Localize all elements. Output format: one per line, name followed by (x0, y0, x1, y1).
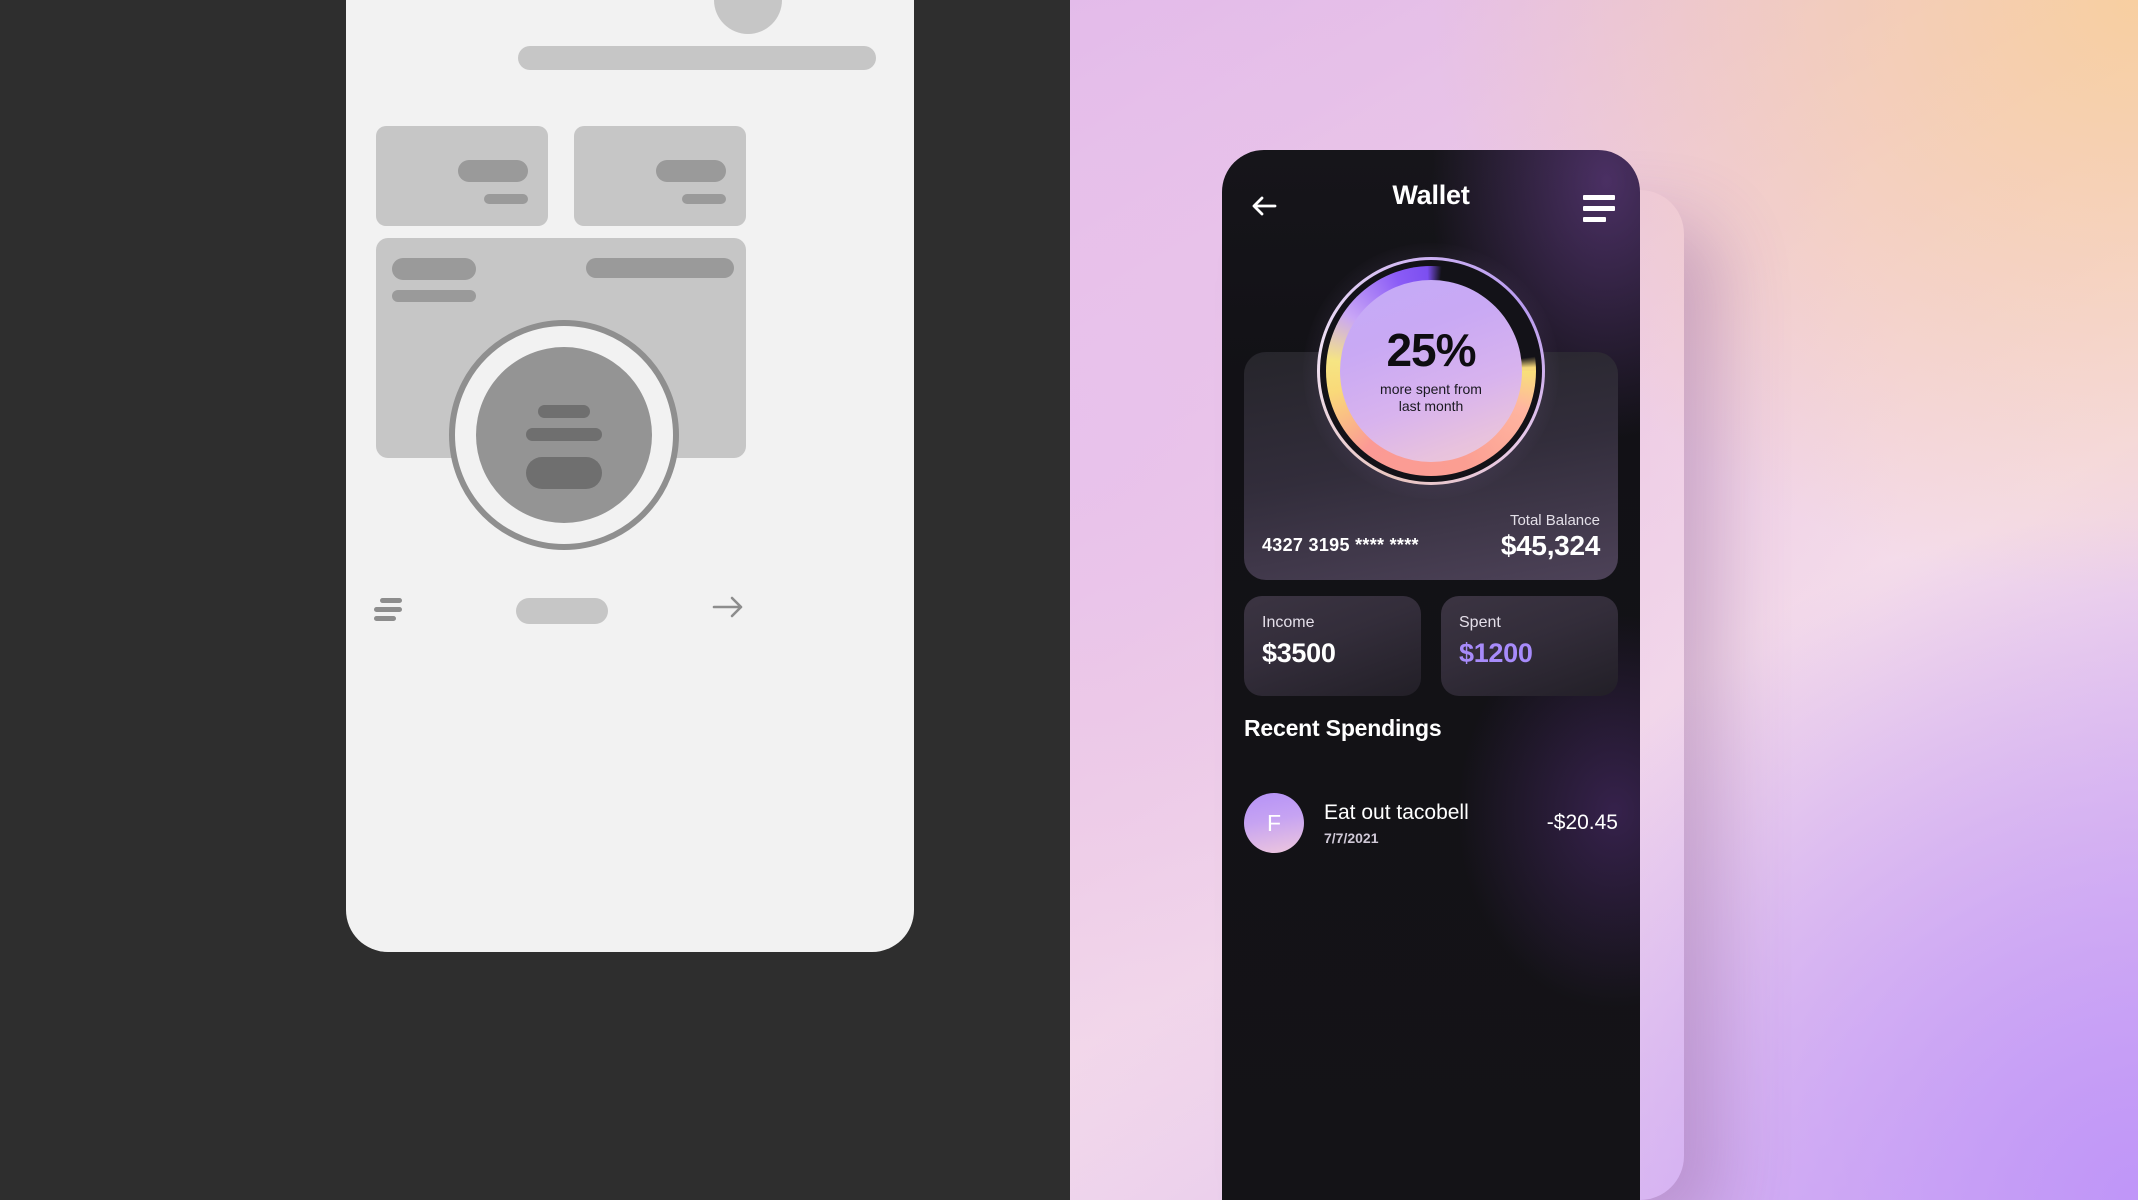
transaction-details: Eat out tacobell 7/7/2021 (1324, 801, 1539, 846)
percent-value: 25% (1386, 323, 1476, 376)
spent-label: Spent (1459, 614, 1501, 631)
page-title: Wallet (1392, 180, 1470, 210)
income-label: Income (1262, 614, 1315, 631)
total-balance-value: $45,324 (1500, 530, 1600, 561)
wireframe-avatar-placeholder (714, 0, 782, 34)
avatar: F (1244, 793, 1304, 853)
recent-spendings-title: Recent Spendings (1244, 715, 1442, 741)
total-balance: Total Balance $45,324 (1501, 512, 1600, 562)
percent-caption-line-2: last month (1398, 398, 1464, 414)
stats-row: Income $3500 Spent $1200 (1244, 596, 1618, 696)
transaction-amount: -$20.45 (1546, 811, 1618, 834)
income-value: $3500 (1262, 638, 1336, 668)
wireframe-canvas (0, 0, 1070, 1200)
percent-caption-line-1: more spent from (1380, 380, 1482, 397)
percent-caption: more spent from last month (1380, 381, 1482, 416)
spending-progress-ring: 25% more spent from last month (1303, 243, 1559, 499)
wireframe-bar (526, 457, 602, 489)
wireframe-arrow-right-icon[interactable] (710, 590, 748, 624)
card-number: 4327 3195 **** **** (1262, 535, 1419, 555)
wireframe-stat-card-placeholder[interactable] (376, 126, 548, 226)
wireframe-bar (538, 405, 590, 418)
ring-inner-disc: 25% more spent from last month (1340, 280, 1522, 462)
transaction-date: 7/7/2021 (1324, 829, 1379, 846)
spent-card[interactable]: Spent $1200 (1441, 596, 1618, 696)
wireframe-stat-card-placeholder[interactable] (574, 126, 746, 226)
wireframe-mockup-panel (346, 0, 914, 952)
wireframe-headline-placeholder (518, 46, 876, 70)
wireframe-home-indicator (516, 598, 608, 624)
wireframe-bar (392, 290, 476, 302)
spent-value: $1200 (1459, 638, 1533, 668)
wireframe-bar (458, 160, 528, 182)
wireframe-bar (392, 258, 476, 280)
wireframe-bar (586, 258, 734, 278)
income-card[interactable]: Income $3500 (1244, 596, 1421, 696)
menu-bar-3 (1583, 216, 1606, 222)
wireframe-bar (682, 194, 726, 204)
transaction-name: Eat out tacobell (1324, 800, 1469, 824)
wireframe-bar (484, 194, 528, 204)
wireframe-bar (656, 160, 726, 182)
total-balance-label: Total Balance (1509, 512, 1600, 529)
phone-mockup-screen: Wallet 4327 3195 **** **** Total Balance… (1222, 150, 1640, 1200)
wireframe-bar (526, 428, 602, 441)
transaction-row[interactable]: F Eat out tacobell 7/7/2021 -$20.45 (1244, 786, 1618, 860)
wireframe-hamburger-icon[interactable] (374, 596, 406, 622)
transaction-list: F Eat out tacobell 7/7/2021 -$20.45 (1244, 786, 1618, 860)
